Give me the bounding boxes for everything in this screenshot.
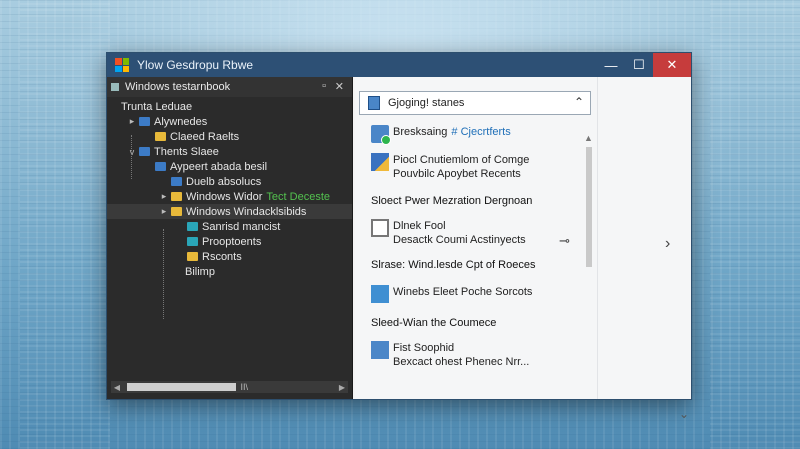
tree-node-label: Duelb absolucs <box>186 175 262 188</box>
task-title: Winebs Eleet Poche Sorcots <box>393 286 533 298</box>
tree-node-label: Bilimp <box>185 265 215 278</box>
tree-guide <box>131 135 132 179</box>
pin-icon[interactable]: ▫ <box>322 80 326 92</box>
tree-node-label: Windows Windacklsibids <box>186 205 307 218</box>
tree-node-label: Alywnedes <box>154 115 208 128</box>
task-item[interactable]: Dlnek Fool Desactk Coumi Acstinyects ⊸ <box>371 219 581 249</box>
chevron-right-icon[interactable]: › <box>665 235 670 253</box>
chevron-down-icon[interactable]: ⌄ <box>679 407 689 421</box>
scroll-up-icon[interactable]: ▲ <box>584 133 593 143</box>
task-subtitle: Pouvbilc Apoybet Recents <box>393 168 521 180</box>
folder-icon <box>187 252 198 261</box>
tree-node[interactable]: Bilimp <box>107 264 352 279</box>
windows-logo-icon <box>115 58 129 72</box>
scroll-left-icon[interactable]: ◀ <box>111 383 123 392</box>
task-title: Bresksaing <box>393 126 448 138</box>
details-pane: Gjoging! stanes ⌃ Bresksaing # Cjecrtfert… <box>355 77 691 421</box>
minimize-button[interactable]: — <box>597 53 625 77</box>
task-subtitle: Bexcact ohest Phenec Nrr... <box>393 356 530 368</box>
tree-node[interactable]: ▸ Windows Widor Tect Deceste <box>107 189 352 204</box>
tree-node-label: Rsconts <box>202 250 242 263</box>
pane-divider <box>597 77 598 399</box>
window-title: Ylow Gesdropu Rbwe <box>137 58 254 72</box>
tree-node-label: Prooptoents <box>202 235 262 248</box>
scroll-right-icon[interactable]: ▶ <box>336 383 348 392</box>
task-title: Dlnek Fool <box>393 220 446 232</box>
section-heading: Sleed-Wian the Coumece <box>371 317 497 329</box>
scroll-grip: II\ <box>240 382 248 392</box>
folder-icon <box>171 207 182 216</box>
tree-node[interactable]: Trunta Leduae <box>107 99 352 114</box>
doc-icon <box>371 153 389 171</box>
tree-node[interactable]: ▸ Windows Windacklsibids <box>107 204 352 219</box>
tree-node-label: Sanrisd mancist <box>202 220 281 233</box>
folder-icon <box>139 117 150 126</box>
expand-arrow-icon[interactable]: ▸ <box>159 191 169 202</box>
tree-guide <box>163 229 164 319</box>
folder-icon <box>139 147 150 156</box>
task-list: Bresksaing # Cjecrtferts Piocl Cnutiemlom … <box>371 125 581 369</box>
tree-node-label: Claeed Raelts <box>170 130 240 143</box>
tree-pane: Windows testarnbook ▫ ✕ Trunta Leduae ▸ Al… <box>107 77 353 399</box>
folder-icon <box>187 222 198 231</box>
tree-node[interactable]: Aypeert abada besil <box>107 159 352 174</box>
expand-arrow-icon[interactable]: v <box>127 147 137 157</box>
tree-node-label: Windows Widor <box>186 190 263 203</box>
tree-node-label: Trunta Leduae <box>121 100 193 113</box>
file-icon <box>371 341 389 359</box>
folder-icon <box>155 162 166 171</box>
task-item[interactable]: Fist Soophid Bexcact ohest Phenec Nrr... <box>371 341 581 369</box>
background-stream <box>710 0 800 449</box>
tree-node-label: Thents Slaee <box>154 145 219 158</box>
task-accent-label[interactable]: # Cjecrtferts <box>451 126 510 138</box>
expand-arrow-icon[interactable]: ▸ <box>159 206 169 217</box>
document-icon <box>368 96 380 110</box>
task-title: Fist Soophid <box>393 342 455 354</box>
close-button[interactable]: ✕ <box>653 53 691 77</box>
horizontal-scrollbar[interactable]: ◀ II\ ▶ <box>111 381 348 393</box>
vertical-scrollbar[interactable]: ▲ <box>583 133 595 399</box>
explorer-window: Ylow Gesdropu Rbwe — ☐ ✕ Windows testarn… <box>106 52 692 421</box>
tree-node[interactable]: Claeed Raelts <box>107 129 352 144</box>
tree-node[interactable]: ▸ Alywnedes <box>107 114 352 129</box>
task-title: Piocl Cnutiemlom of Comge <box>393 154 530 166</box>
key-icon[interactable]: ⊸ <box>559 233 570 249</box>
folder-icon <box>171 177 182 186</box>
tree-node[interactable]: Prooptoents <box>107 234 352 249</box>
folder-icon <box>171 192 182 201</box>
background-stream <box>20 0 110 449</box>
tree-node-tag: Tect Deceste <box>266 190 330 203</box>
chart-icon <box>371 285 389 303</box>
folder-icon <box>187 237 198 246</box>
scroll-thumb[interactable] <box>127 383 237 391</box>
task-item[interactable]: Winebs Eleet Poche Sorcots <box>371 285 581 303</box>
maximize-button[interactable]: ☐ <box>625 53 653 77</box>
view-dropdown[interactable]: Gjoging! stanes ⌃ <box>359 91 591 115</box>
task-item[interactable]: Piocl Cnutiemlom of Comge Pouvbilc Apoybe… <box>371 153 581 181</box>
shield-icon <box>371 125 391 145</box>
scroll-thumb[interactable] <box>586 147 592 267</box>
folder-icon <box>155 132 166 141</box>
task-item[interactable]: Bresksaing # Cjecrtferts <box>371 125 581 145</box>
frame-icon <box>371 219 389 237</box>
dropdown-value: Gjoging! stanes <box>388 97 465 109</box>
title-bar[interactable]: Ylow Gesdropu Rbwe — ☐ ✕ <box>107 53 691 77</box>
tree-node[interactable]: Duelb absolucs <box>107 174 352 189</box>
chevron-up-icon[interactable]: ⌃ <box>574 95 584 109</box>
expand-arrow-icon[interactable]: ▸ <box>127 116 137 127</box>
folder-tree: Trunta Leduae ▸ Alywnedes Claeed Raelts v The… <box>107 99 352 279</box>
tree-node[interactable]: v Thents Slaee <box>107 144 352 159</box>
section-heading: Sloect Pwer Mezration Dergnoan <box>371 195 533 207</box>
tree-header-title: Windows testarnbook <box>125 81 231 93</box>
tree-node[interactable]: Sanrisd mancist <box>107 219 352 234</box>
tree-close-icon[interactable]: ✕ <box>335 80 344 93</box>
tree-node[interactable]: Rsconts <box>107 249 352 264</box>
task-subtitle: Desactk Coumi Acstinyects <box>393 234 526 246</box>
tree-header: Windows testarnbook ▫ ✕ <box>107 77 352 97</box>
folder-small-icon <box>111 83 119 91</box>
section-heading: Slrase: Wind.lesde Cpt of Roeces <box>371 259 536 271</box>
tree-node-label: Aypeert abada besil <box>170 160 268 173</box>
